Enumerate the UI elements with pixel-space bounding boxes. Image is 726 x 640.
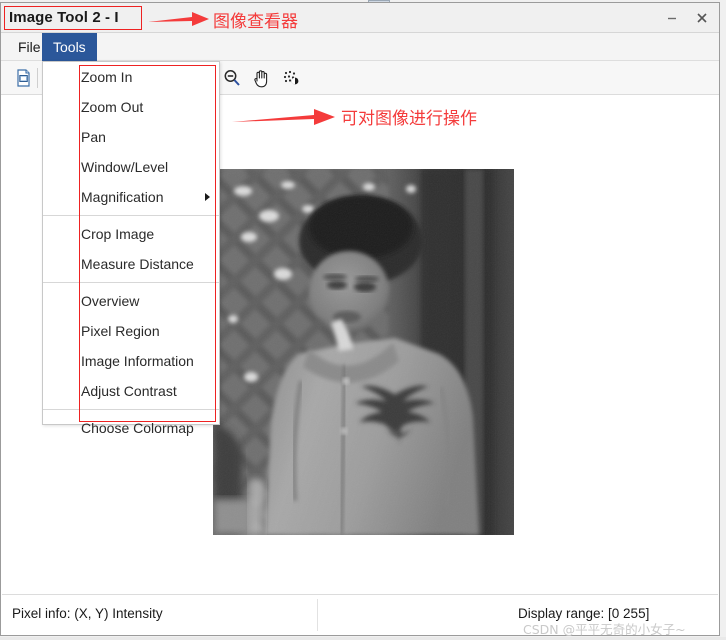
title-annotation-text: 图像查看器 [213, 12, 298, 32]
menu-separator [43, 215, 219, 216]
menu-option-zoom-in[interactable]: Zoom In [43, 62, 219, 92]
menu-item-tools[interactable]: Tools [42, 33, 97, 61]
menu-option-window-level[interactable]: Window/Level [43, 152, 219, 182]
pan-hand-icon[interactable] [249, 66, 273, 90]
menu-option-zoom-out[interactable]: Zoom Out [43, 92, 219, 122]
tools-annotation-text: 可对图像进行操作 [341, 109, 477, 129]
image-tool-window: Image Tool 2 - I File Tools Pixel info: … [0, 2, 720, 636]
pixel-info-label: Pixel info: (X, Y) Intensity [12, 606, 163, 621]
tools-annotation-arrow [232, 109, 335, 125]
csdn-watermark: CSDN @平平无奇的小女子~ [523, 622, 686, 637]
menu-option-pan[interactable]: Pan [43, 122, 219, 152]
minimize-icon[interactable] [657, 4, 687, 32]
menu-option-adjust-contrast[interactable]: Adjust Contrast [43, 376, 219, 406]
pixel-region-icon[interactable] [278, 66, 302, 90]
menu-option-choose-colormap[interactable]: Choose Colormap [43, 413, 219, 443]
zoom-out-icon[interactable] [220, 66, 244, 90]
title-annotation-arrow [148, 12, 209, 26]
title-bar: Image Tool 2 - I [1, 3, 719, 33]
screenshot-root: Image Tool 2 - I File Tools Pixel info: … [0, 0, 726, 640]
menu-option-magnification-label: Magnification [81, 189, 164, 205]
close-icon[interactable] [687, 4, 717, 32]
menu-separator [43, 282, 219, 283]
status-divider [317, 599, 318, 631]
menu-bar: File Tools [1, 33, 719, 61]
menu-option-image-information[interactable]: Image Information [43, 346, 219, 376]
new-image-icon[interactable] [11, 66, 35, 90]
menu-option-magnification[interactable]: Magnification [43, 182, 219, 212]
menu-option-measure-distance[interactable]: Measure Distance [43, 249, 219, 279]
tools-dropdown-menu[interactable]: Zoom In Zoom Out Pan Window/Level Magnif… [42, 61, 220, 436]
submenu-chevron-right-icon [205, 193, 210, 201]
menu-option-pixel-region[interactable]: Pixel Region [43, 316, 219, 346]
window-controls [657, 3, 717, 33]
menu-option-overview[interactable]: Overview [43, 286, 219, 316]
menu-separator [43, 409, 219, 410]
title-highlight-box [4, 6, 142, 30]
menu-option-crop-image[interactable]: Crop Image [43, 219, 219, 249]
toolbar-separator [37, 68, 38, 88]
displayed-image[interactable] [213, 169, 514, 535]
